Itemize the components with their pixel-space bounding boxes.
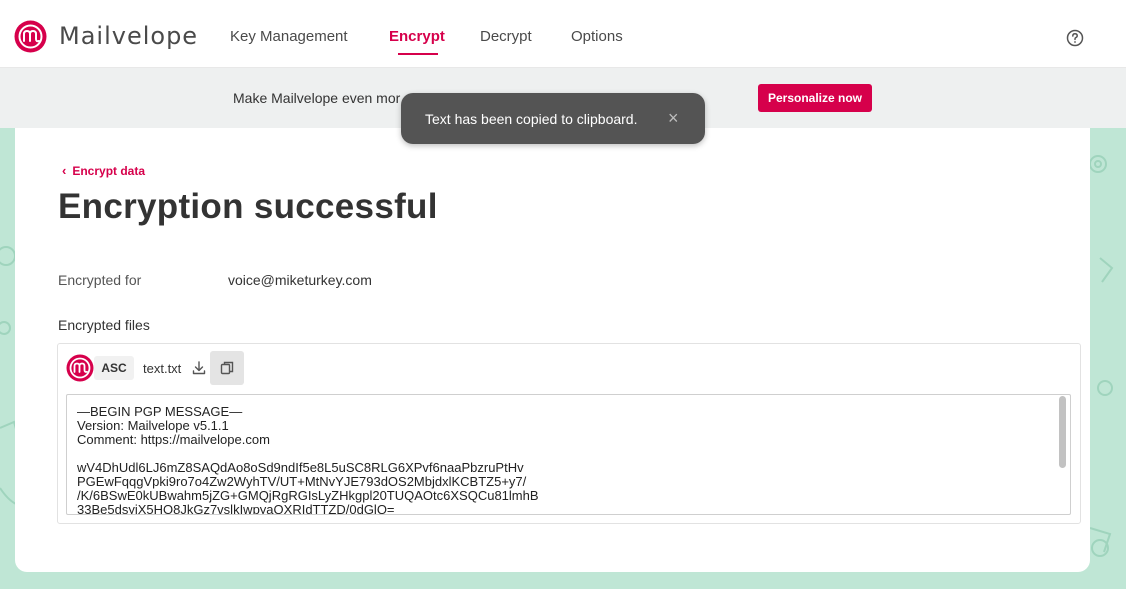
app-name[interactable]: Mailvelope [59, 22, 198, 50]
encrypted-files-label: Encrypted files [58, 317, 150, 333]
pgp-message-text: —BEGIN PGP MESSAGE— Version: Mailvelope … [77, 404, 539, 515]
nav-decrypt[interactable]: Decrypt [480, 28, 532, 45]
copy-button[interactable] [210, 351, 244, 385]
chevron-left-icon: ‹ [62, 163, 67, 178]
back-link[interactable]: ‹ Encrypt data [62, 163, 145, 178]
close-icon[interactable]: × [668, 108, 679, 129]
toast-notification: Text has been copied to clipboard. × [401, 93, 705, 144]
copy-icon [220, 361, 234, 375]
encrypted-for-label: Encrypted for [58, 272, 142, 288]
back-link-label: Encrypt data [72, 164, 146, 178]
app-header: Mailvelope Key Management Encrypt Decryp… [0, 0, 1126, 68]
pgp-message-textarea[interactable]: —BEGIN PGP MESSAGE— Version: Mailvelope … [66, 394, 1071, 515]
nav-key-management[interactable]: Key Management [230, 28, 348, 45]
mailvelope-logo-icon [66, 354, 94, 382]
download-icon[interactable] [192, 361, 206, 375]
page-title: Encryption successful [58, 187, 438, 226]
nav-options[interactable]: Options [571, 28, 623, 45]
file-name: text.txt [143, 361, 182, 376]
help-icon[interactable] [1066, 29, 1084, 47]
nav-active-indicator [398, 53, 438, 55]
encrypted-for-value: voice@miketurkey.com [228, 272, 372, 288]
toast-message: Text has been copied to clipboard. [425, 111, 638, 127]
file-type-badge: ASC [94, 356, 134, 380]
mailvelope-logo-icon[interactable] [14, 20, 47, 53]
nav-encrypt[interactable]: Encrypt [389, 28, 445, 45]
scrollbar-thumb[interactable] [1059, 396, 1066, 468]
personalize-button[interactable]: Personalize now [758, 84, 872, 112]
